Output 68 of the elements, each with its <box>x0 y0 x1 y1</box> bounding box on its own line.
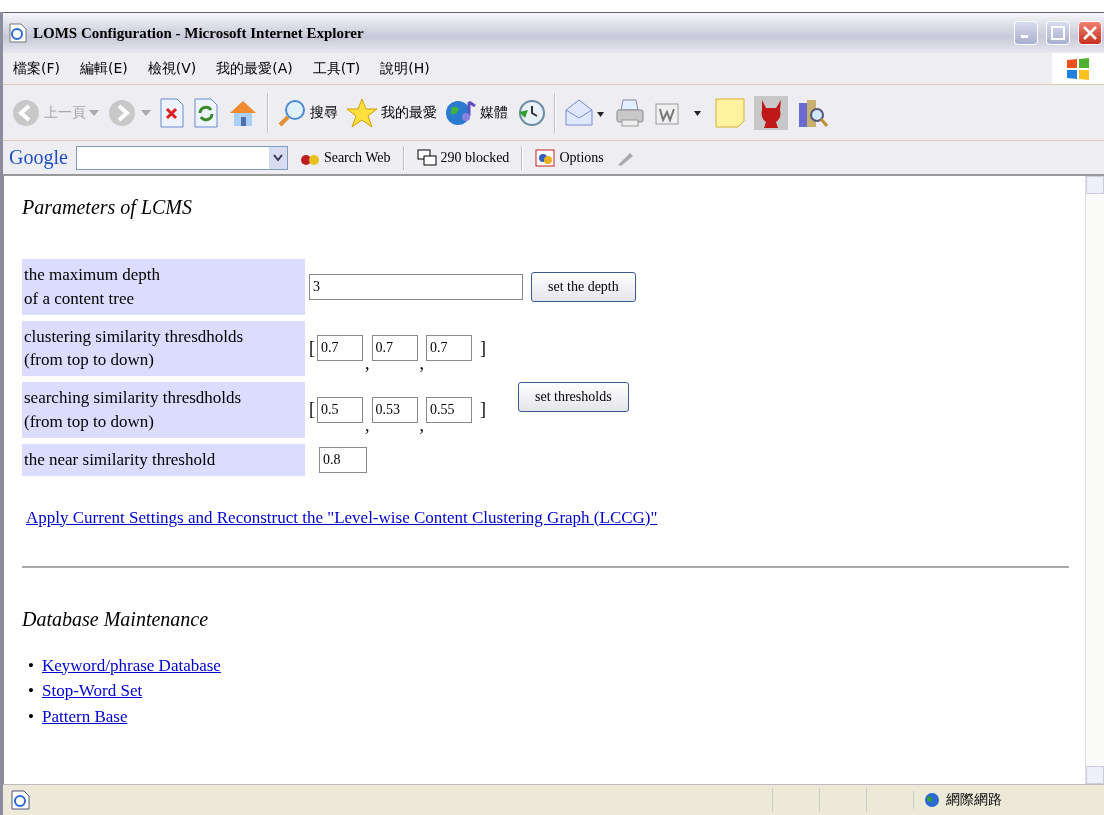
parameter-label: the near similarity threshold <box>22 443 305 476</box>
bullet: • <box>28 654 35 677</box>
bracket: ] <box>480 399 486 421</box>
value-field[interactable]: 0.8 <box>319 446 367 473</box>
value-field[interactable]: 0.55 <box>426 397 472 423</box>
maximize-icon[interactable] <box>1051 26 1065 40</box>
stop-icon[interactable] <box>159 97 185 128</box>
windows-stack-icon[interactable] <box>416 148 437 167</box>
scrollbar[interactable] <box>1085 176 1104 784</box>
toolbar-button[interactable]: 媒體 <box>445 97 508 128</box>
horned-creature-icon[interactable] <box>754 95 788 130</box>
refresh-icon[interactable] <box>193 97 219 128</box>
parameter-label: clustering similarity thresdholds (from top to down) <box>22 320 305 377</box>
value-field[interactable]: 0.5 <box>317 397 363 423</box>
section-heading: Database Maintenance <box>22 607 210 631</box>
popup-blocker-button[interactable]: 290 blocked <box>412 148 514 167</box>
maintenance-link[interactable]: Pattern Base <box>42 706 128 726</box>
menu-item[interactable]: 檢視(V) <box>137 59 207 78</box>
options-button[interactable]: Options <box>531 148 608 167</box>
bracket: [ <box>309 337 315 359</box>
maintenance-link[interactable]: Keyword/phrase Database <box>42 655 221 675</box>
value-field[interactable]: 0.7 <box>317 335 363 362</box>
bracket: [ <box>309 399 315 421</box>
maximize-button[interactable] <box>1046 21 1070 45</box>
windows-flag-icon <box>1065 56 1091 81</box>
parameter-label: searching similarity thresdholds (from top to down) <box>22 382 305 438</box>
comma: , <box>365 354 370 373</box>
bullet: • <box>28 680 35 703</box>
set-button[interactable]: set the depth <box>531 271 636 302</box>
history-clock-icon[interactable] <box>516 97 546 128</box>
search-icon[interactable] <box>277 97 307 128</box>
dropdown-caret-icon[interactable] <box>272 153 283 162</box>
toolbar-button[interactable]: 搜尋 <box>277 97 338 128</box>
value-field[interactable]: 3 <box>309 273 523 300</box>
google-search-field[interactable] <box>75 145 288 170</box>
window-title: LOMS Configuration - Microsoft Internet Explorer <box>33 24 365 42</box>
options-icon[interactable] <box>535 148 556 167</box>
menu-item[interactable]: 工具(T) <box>302 59 371 78</box>
comma: , <box>365 415 370 434</box>
mail-icon[interactable] <box>564 97 606 128</box>
search-web-button[interactable]: Search Web <box>295 148 395 167</box>
zone-label: 網際網路 <box>946 791 1002 809</box>
value-field[interactable]: 0.7 <box>426 335 472 362</box>
bullet: • <box>28 705 35 728</box>
menu-item[interactable]: 我的最愛(A) <box>206 59 303 78</box>
menu-item[interactable]: 檔案(F) <box>3 59 70 78</box>
ie-page-icon <box>9 23 27 43</box>
globe-icon <box>924 792 940 808</box>
comma: , <box>419 354 424 373</box>
set-button[interactable]: set thresholds <box>518 382 629 413</box>
google-logo-button[interactable]: Google <box>9 146 68 169</box>
menu-item[interactable]: 說明(H) <box>370 59 440 78</box>
toolbar-button[interactable]: 我的最愛 <box>346 96 437 129</box>
close-icon[interactable] <box>1083 26 1097 40</box>
section-heading: Parameters of LCMS <box>22 196 193 219</box>
ie-page-icon <box>11 790 31 810</box>
minimize-button[interactable] <box>1014 21 1038 45</box>
star-icon[interactable] <box>346 96 378 129</box>
parameter-label: the maximum depth of a content tree <box>22 259 305 315</box>
comma: , <box>419 415 424 434</box>
maintenance-link[interactable]: Stop-Word Set <box>42 681 143 701</box>
bracket: ] <box>480 337 486 359</box>
printer-icon[interactable] <box>614 97 646 128</box>
apply-settings-link[interactable]: Apply Current Settings and Reconstruct the "Level-wise Content Clustering Graph (LCCG)" <box>26 507 658 528</box>
close-button[interactable] <box>1078 21 1102 45</box>
value-field[interactable]: 0.7 <box>371 335 418 362</box>
value-field[interactable]: 0.53 <box>371 397 418 423</box>
menu-item[interactable]: 編輯(E) <box>70 59 138 78</box>
